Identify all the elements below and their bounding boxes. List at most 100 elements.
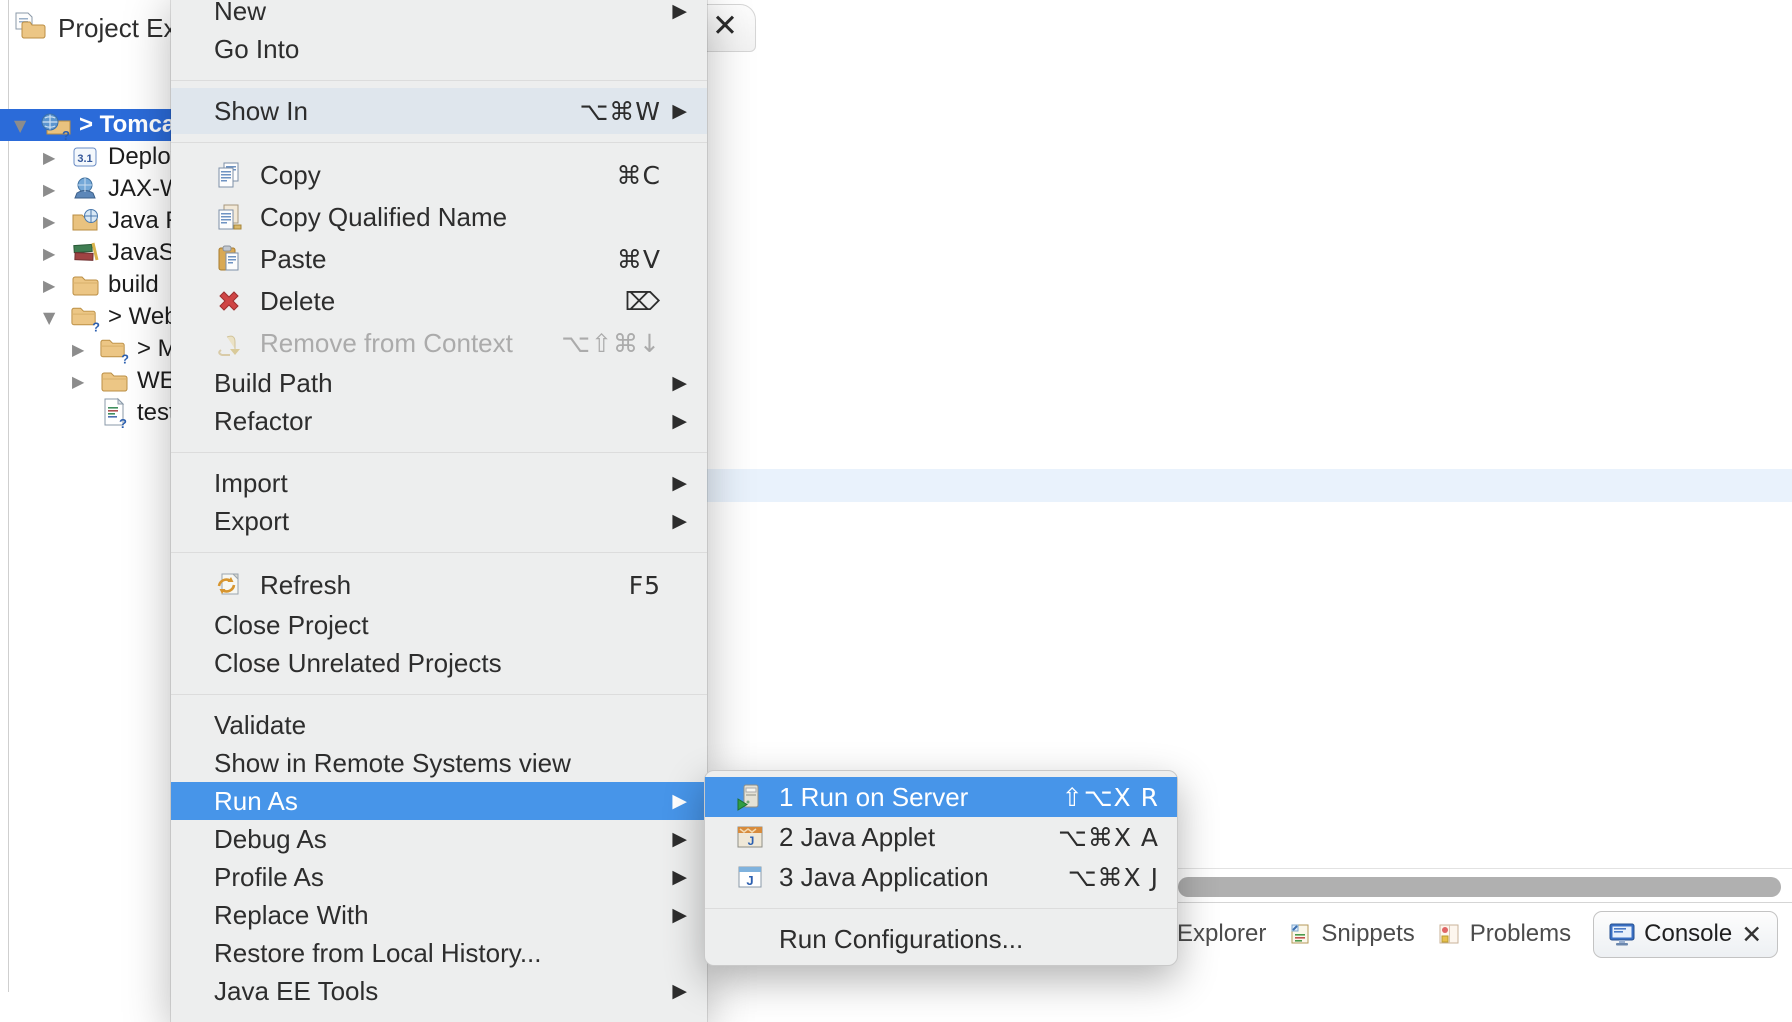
view-tab-label: Console (1644, 920, 1732, 948)
menu-item-label: Refresh (260, 570, 351, 601)
run-as-submenu: 1 Run on Server ⇧⌥X R J 2 Java Applet ⌥⌘… (704, 770, 1178, 966)
view-tab-label: Problems (1470, 920, 1571, 948)
editor-tab-close-icon[interactable]: ✕ (712, 8, 738, 44)
submenu-arrow-icon: ▶ (661, 100, 687, 122)
submenu-item[interactable]: 1 Run on Server ⇧⌥X R (705, 777, 1177, 817)
submenu-item[interactable]: J 2 Java Applet ⌥⌘X A (705, 817, 1177, 857)
context-menu-item[interactable]: New ▶ (171, 0, 707, 30)
view-tab[interactable]: Snippets (1288, 920, 1414, 948)
problems-icon (1437, 922, 1461, 946)
snippets-icon (1288, 922, 1312, 946)
menu-item-label: Close Project (214, 610, 369, 641)
menu-item-shortcut: ⌘C (587, 161, 661, 190)
submenu-item[interactable]: Run Configurations... (705, 919, 1177, 959)
context-menu-item[interactable]: Remove from Context ⌥⇧⌘↓ ▶ (171, 322, 707, 364)
submenu-arrow-icon: ▶ (661, 472, 687, 494)
submenu-arrow-icon: ▶ (661, 410, 687, 432)
view-tab[interactable]: Problems (1437, 920, 1571, 948)
submenu-arrow-icon: ▶ (661, 790, 687, 812)
menu-item-label: Run As (214, 786, 298, 817)
menu-item-label: Replace With (214, 900, 369, 931)
submenu-arrow-icon: ▶ (661, 980, 687, 1002)
context-menu-item[interactable]: ▶ (171, 440, 707, 464)
context-menu-item[interactable]: Validate ▶ (171, 706, 707, 744)
menu-item-label: Profile As (214, 862, 324, 893)
context-menu-item[interactable]: Build Path ▶ (171, 364, 707, 402)
paste-icon (214, 244, 244, 274)
submenu-arrow-icon: ▶ (661, 372, 687, 394)
context-menu-item[interactable]: Import ▶ (171, 464, 707, 502)
menu-item-label: Delete (260, 286, 335, 317)
menu-item-label: Validate (214, 710, 306, 741)
context-menu-item[interactable]: Replace With ▶ (171, 896, 707, 934)
context-menu-item[interactable]: Refresh F5 ▶ (171, 564, 707, 606)
submenu-arrow-icon: ▶ (661, 828, 687, 850)
context-menu-item[interactable]: Run As ▶ (171, 782, 707, 820)
menu-item-shortcut: ⌥⇧⌘↓ (531, 329, 661, 358)
menu-item-label: Copy Qualified Name (260, 202, 507, 233)
submenu-item[interactable]: J 3 Java Application ⌥⌘X J (705, 857, 1177, 897)
menu-item-label: Restore from Local History... (214, 938, 542, 969)
submenu-item-shortcut: ⌥⌘X J (1038, 863, 1159, 892)
menu-item-shortcut: ⌦ (595, 287, 661, 316)
copy-qualified-icon (214, 202, 244, 232)
java-app-icon: J (735, 862, 765, 892)
context-menu-item[interactable]: Close Unrelated Projects ▶ (171, 644, 707, 682)
console-icon (1609, 922, 1635, 947)
context-menu-item[interactable]: Export ▶ (171, 502, 707, 540)
context-menu-item[interactable]: Show in Remote Systems view ▶ (171, 744, 707, 782)
run-server-icon (735, 782, 765, 812)
context-menu-item[interactable]: ▶ (171, 682, 707, 706)
context-menu-item[interactable]: Refactor ▶ (171, 402, 707, 440)
refresh-icon (214, 570, 244, 600)
context-menu-item[interactable]: ▶ (171, 540, 707, 564)
menu-item-label: Build Path (214, 368, 333, 399)
menu-item-shortcut: ⌥⌘W (549, 97, 661, 126)
context-menu-item[interactable]: Delete ⌦ ▶ (171, 280, 707, 322)
view-tab[interactable]: Console ✕ (1593, 911, 1778, 958)
context-menu-item[interactable]: Show In ⌥⌘W ▶ (171, 92, 707, 130)
menu-item-shortcut: ⌘V (587, 245, 661, 274)
context-menu-item[interactable]: ▶ (171, 68, 707, 92)
context-menu-item[interactable]: Copy Qualified Name ▶ (171, 196, 707, 238)
current-line-highlight (560, 469, 1792, 502)
context-menu-item[interactable]: ▶ (171, 130, 707, 154)
submenu-arrow-icon: ▶ (661, 866, 687, 888)
view-tab-label: Snippets (1321, 920, 1414, 948)
context-menu-item[interactable]: Debug As ▶ (171, 820, 707, 858)
horizontal-scrollbar-thumb[interactable] (1178, 877, 1781, 897)
view-tab[interactable]: Explorer (1177, 920, 1266, 948)
copy-icon (214, 160, 244, 190)
menu-item-label: Copy (260, 160, 321, 191)
context-menu-item[interactable]: Restore from Local History... ▶ (171, 934, 707, 972)
menu-item-label: Java EE Tools (214, 976, 378, 1007)
submenu-arrow-icon: ▶ (661, 510, 687, 532)
submenu-item-label: 1 Run on Server (779, 782, 968, 813)
submenu-item[interactable] (705, 897, 1177, 919)
menu-item-label: Debug As (214, 824, 327, 855)
menu-item-label: Paste (260, 244, 327, 275)
context-menu-item[interactable]: Copy ⌘C ▶ (171, 154, 707, 196)
context-menu-item[interactable]: Close Project ▶ (171, 606, 707, 644)
submenu-arrow-icon: ▶ (661, 0, 687, 22)
submenu-arrow-icon: ▶ (661, 904, 687, 926)
context-menu-item[interactable]: Paste ⌘V ▶ (171, 238, 707, 280)
view-tab-label: Explorer (1177, 920, 1266, 948)
submenu-item-label: Run Configurations... (779, 924, 1023, 955)
context-menu: New ▶ Go Into ▶ ▶ Show In ⌥⌘W ▶ ▶ Copy (171, 0, 707, 1022)
menu-item-label: Import (214, 468, 288, 499)
context-menu-item[interactable]: Profile As ▶ (171, 858, 707, 896)
view-tab-close-icon[interactable]: ✕ (1741, 920, 1762, 949)
context-menu-item[interactable]: Java EE Tools ▶ (171, 972, 707, 1010)
menu-item-label: Close Unrelated Projects (214, 648, 502, 679)
menu-item-label: Show in Remote Systems view (214, 748, 571, 779)
svg-text:J: J (748, 834, 755, 848)
menu-item-label: Show In (214, 96, 308, 127)
menu-item-label: Go Into (214, 34, 299, 65)
remove-context-icon (214, 328, 244, 358)
submenu-item-shortcut: ⌥⌘X A (1028, 823, 1159, 852)
submenu-item-shortcut: ⇧⌥X R (1032, 783, 1159, 812)
context-menu-item[interactable]: Go Into ▶ (171, 30, 707, 68)
java-applet-icon: J (735, 822, 765, 852)
bottom-view-tabbar: Explorer Snippets Problems Console ✕ (1177, 903, 1778, 965)
